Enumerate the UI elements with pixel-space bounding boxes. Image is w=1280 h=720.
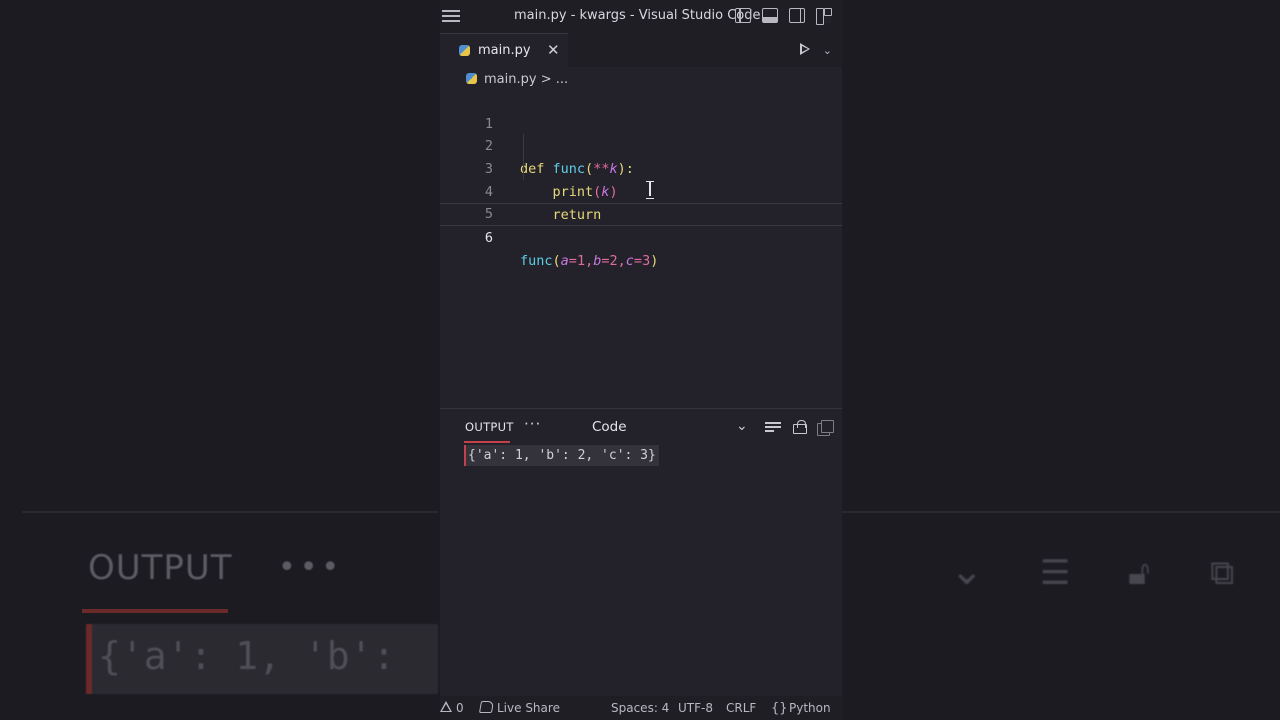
live-share-button[interactable]: Live Share (497, 701, 560, 715)
breadcrumb-item[interactable]: main.py > ... (484, 72, 568, 87)
code-text: func(a=1,b=2,c=3) (520, 253, 659, 269)
backdrop-divider-left (22, 511, 438, 513)
breadcrumb: main.py > ... (440, 67, 842, 91)
code-line: 4 return (440, 158, 842, 223)
backdrop-chevron-icon: ⌄ (950, 548, 984, 594)
toggle-primary-sidebar-icon[interactable] (735, 8, 751, 23)
menu-icon[interactable] (442, 8, 460, 24)
window-title: main.py - kwargs - Visual Studio Code (514, 8, 761, 23)
status-bar: 0 Live Share Spaces: 4 UTF-8 CRLF {} Pyt… (440, 696, 842, 720)
problems-indicator[interactable]: 0 (440, 696, 470, 720)
tab-bar: main.py ✕ ⌄ (440, 33, 842, 67)
output-channel-select[interactable]: Code (592, 419, 627, 435)
clear-output-icon[interactable] (765, 421, 781, 433)
braces-icon: {} (771, 701, 788, 716)
backdrop-output-label: OUTPUT (88, 548, 233, 588)
problems-count: 0 (456, 701, 464, 715)
encoding-button[interactable]: UTF-8 (678, 701, 713, 715)
backdrop-lock-icon: 🔓︎ (1128, 553, 1151, 593)
tab-output[interactable]: OUTPUT (465, 420, 514, 434)
chevron-down-icon[interactable]: ⌄ (823, 44, 832, 57)
indentation-button[interactable]: Spaces: 4 (611, 701, 669, 715)
toggle-secondary-sidebar-icon[interactable] (789, 8, 805, 23)
title-bar: main.py - kwargs - Visual Studio Code (440, 0, 842, 33)
output-panel: OUTPUT ··· Code ⌄ {'a': 1, 'b': 2, 'c': … (440, 408, 842, 696)
backdrop-underline (82, 609, 228, 613)
indent-guide (523, 134, 524, 180)
code-line: 1 (440, 90, 842, 132)
backdrop-right (842, 0, 1280, 720)
code-editor[interactable]: 1 2 def func(**k): 3 print(k) 4 return 5… (440, 90, 842, 408)
toggle-panel-icon[interactable] (762, 8, 778, 23)
close-icon[interactable]: ✕ (547, 41, 560, 59)
tab-main-py[interactable]: main.py ✕ (440, 33, 568, 67)
backdrop-clear-icon: ☰ (1040, 553, 1071, 593)
backdrop-copy-icon: ⧉ (1210, 553, 1235, 593)
active-tab-indicator (464, 441, 510, 443)
backdrop-output-text: {'a': 1, 'b': (86, 624, 438, 694)
video-frame: OUTPUT ••• {'a': 1, 'b': ⌄ ☰ 🔓︎ ⧉ main.p… (0, 0, 1280, 720)
code-line-current: 6 func(a=1,b=2,c=3) (440, 203, 842, 269)
chevron-down-icon[interactable]: ⌄ (736, 418, 748, 434)
python-file-icon (466, 73, 477, 84)
run-icon[interactable] (800, 43, 810, 55)
warning-icon (440, 701, 452, 712)
lock-scroll-icon[interactable] (793, 420, 807, 434)
text-cursor-icon (646, 180, 654, 199)
layout-controls (735, 8, 832, 25)
code-line: 3 print(k) (440, 135, 842, 200)
live-share-icon (478, 701, 495, 713)
tab-label: main.py (478, 43, 531, 58)
line-number: 6 (484, 230, 493, 246)
code-line: 5 (440, 180, 842, 222)
language-mode-button[interactable]: Python (789, 701, 831, 715)
python-file-icon (459, 45, 470, 56)
eol-button[interactable]: CRLF (726, 701, 756, 715)
backdrop-dots: ••• (278, 550, 344, 585)
panel-actions (765, 420, 834, 436)
more-actions-icon[interactable]: ··· (524, 415, 541, 433)
backdrop-divider-right (842, 511, 1280, 513)
open-in-editor-icon[interactable] (817, 420, 834, 436)
vscode-window: main.py - kwargs - Visual Studio Code ma… (440, 0, 842, 720)
code-line: 2 def func(**k): (440, 112, 842, 177)
output-text: {'a': 1, 'b': 2, 'c': 3} (464, 445, 659, 466)
customize-layout-icon[interactable] (816, 8, 832, 25)
